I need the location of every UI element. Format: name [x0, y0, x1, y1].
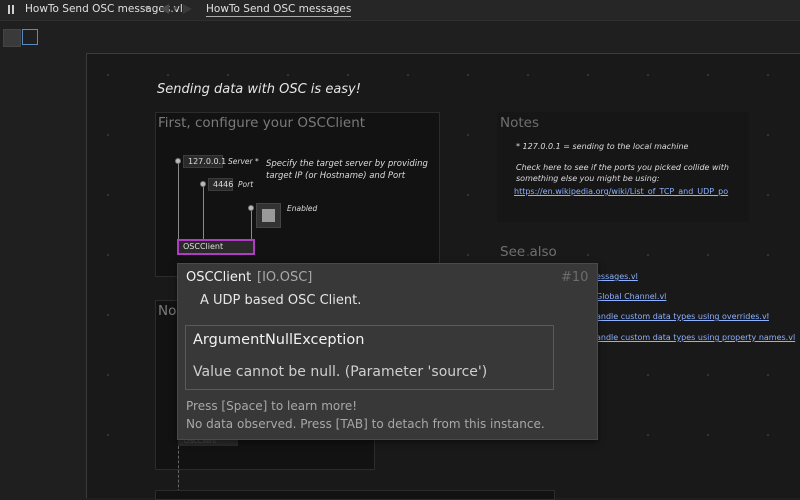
tooltip-category: [IO.OSC] — [257, 270, 313, 285]
group-title: First, configure your OSCClient — [158, 115, 366, 131]
enabled-toggle-indicator — [262, 209, 275, 222]
grid-dot — [527, 74, 529, 76]
breadcrumb[interactable]: HowTo Send OSC messages — [206, 3, 352, 17]
grid-dot — [227, 74, 229, 76]
server-iobox[interactable]: 127.0.0.1 — [183, 155, 226, 168]
grid-dot — [107, 314, 109, 316]
port-pin-label: Port — [238, 180, 254, 189]
grid-dot — [107, 434, 109, 436]
grid-dot — [467, 194, 469, 196]
grid-dot — [647, 374, 649, 376]
grid-dot — [107, 374, 109, 376]
back-arrow-icon[interactable] — [160, 4, 169, 14]
tooltip-instance-id: #10 — [561, 270, 589, 285]
grid-dot — [107, 74, 109, 76]
see-also-link[interactable]: andle custom data types using overrides.… — [596, 312, 769, 321]
oscclient-node[interactable]: OSCClient — [177, 239, 255, 255]
grid-dot — [287, 74, 289, 76]
pause-icon[interactable] — [4, 3, 18, 17]
tooltip-hint-detach: No data observed. Press [TAB] to detach … — [186, 417, 545, 431]
tooltip-node-name: OSCClient — [186, 270, 252, 285]
notes-localhost: * 127.0.0.1 = sending to the local machi… — [516, 142, 689, 151]
grid-dot — [107, 254, 109, 256]
group-bottom[interactable] — [155, 490, 555, 500]
see-also-link[interactable]: essages.vl — [596, 272, 638, 281]
enabled-pin-label: Enabled — [287, 204, 318, 213]
port-iobox[interactable]: 4446 — [208, 178, 233, 191]
grid-dot — [467, 254, 469, 256]
grid-dot — [707, 254, 709, 256]
see-also-link[interactable]: andle custom data types using property n… — [596, 333, 795, 342]
group-title: No — [158, 303, 177, 319]
tooltip-description: A UDP based OSC Client. — [200, 293, 362, 308]
notes-ports: Check here to see if the ports you picke… — [516, 163, 729, 183]
server-pin-label: Server * — [228, 157, 259, 166]
grid-dot — [467, 134, 469, 136]
server-pin[interactable] — [175, 158, 181, 164]
notes-wiki-link[interactable]: https://en.wikipedia.org/wiki/List_of_TC… — [514, 187, 728, 196]
grid-dot — [107, 134, 109, 136]
toolbar-toggle-button[interactable] — [3, 29, 21, 47]
history-chevron-icon[interactable]: ▾ — [173, 4, 177, 13]
link-enabled — [251, 211, 252, 241]
grid-dot — [647, 74, 649, 76]
see-also-title: See also — [500, 244, 557, 260]
chevron-down-icon[interactable]: ▾ — [145, 4, 149, 13]
toolbar-select-button[interactable] — [22, 29, 38, 45]
grid-dot — [647, 434, 649, 436]
link-server — [178, 163, 179, 241]
grid-dot — [707, 374, 709, 376]
notes-title: Notes — [500, 115, 539, 131]
grid-dot — [707, 434, 709, 436]
grid-dot — [407, 74, 409, 76]
grid-dot — [767, 134, 769, 136]
see-also-link[interactable]: Global Channel.vl — [596, 292, 666, 301]
grid-dot — [767, 434, 769, 436]
configure-comment: Specify the target server by providing t… — [266, 159, 428, 181]
grid-dot — [587, 74, 589, 76]
grid-dot — [767, 74, 769, 76]
port-pin[interactable] — [200, 181, 206, 187]
link-port — [203, 186, 204, 241]
grid-dot — [107, 194, 109, 196]
error-message: Value cannot be null. (Parameter 'source… — [193, 364, 488, 380]
grid-dot — [587, 254, 589, 256]
grid-dot — [767, 254, 769, 256]
grid-dot — [767, 374, 769, 376]
grid-dot — [467, 74, 469, 76]
forward-arrow-icon[interactable] — [183, 4, 192, 14]
grid-dot — [707, 74, 709, 76]
grid-dot — [347, 74, 349, 76]
grid-dot — [167, 74, 169, 76]
grid-dot — [767, 194, 769, 196]
tooltip-hint-learn: Press [Space] to learn more! — [186, 399, 358, 413]
page-title: Sending data with OSC is easy! — [157, 82, 361, 97]
enabled-pin[interactable] — [248, 205, 254, 211]
error-title: ArgumentNullException — [193, 332, 365, 348]
grid-dot — [647, 254, 649, 256]
